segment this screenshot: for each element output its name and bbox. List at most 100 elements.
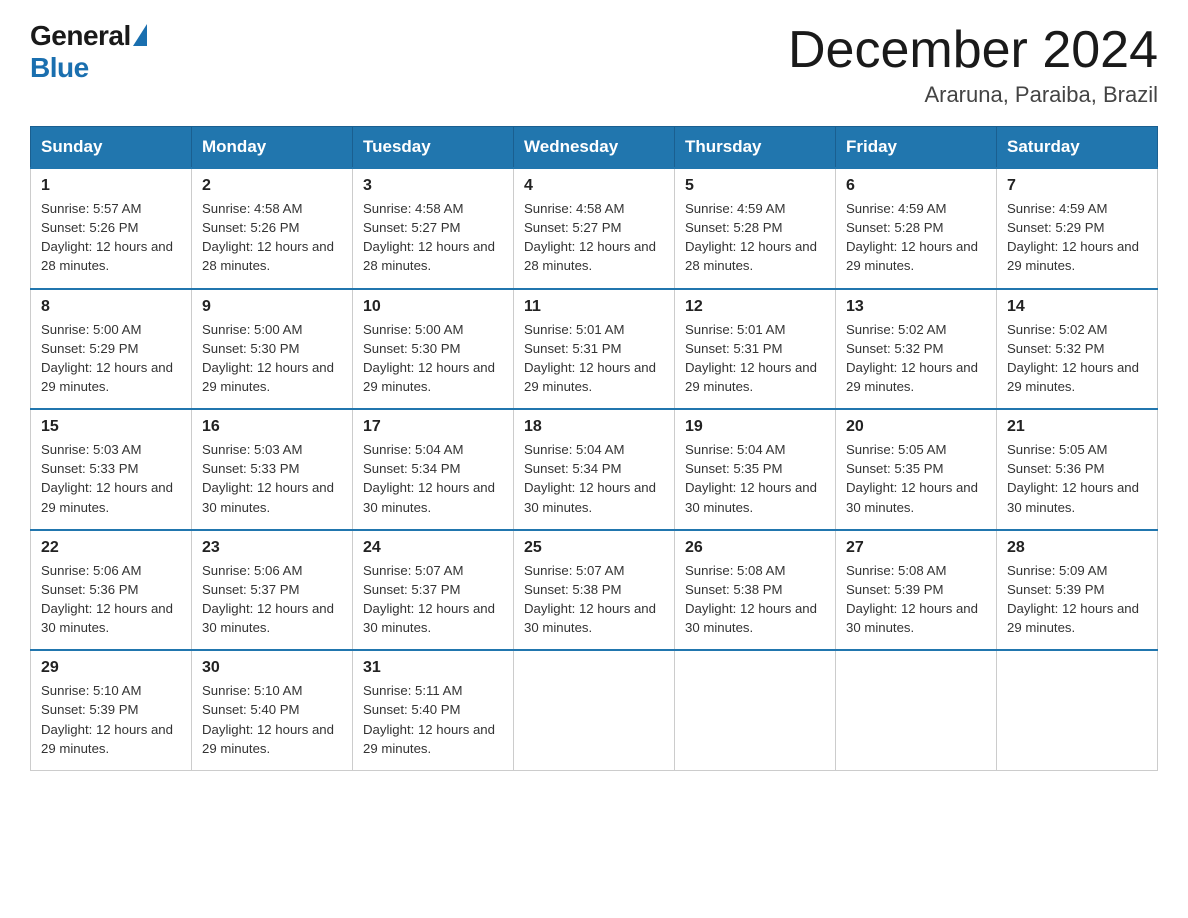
sunrise-label: Sunrise: 5:09 AM: [1007, 563, 1107, 578]
daylight-label: Daylight: 12 hours and 30 minutes.: [846, 480, 978, 514]
sunset-label: Sunset: 5:31 PM: [685, 341, 783, 356]
column-header-friday: Friday: [836, 127, 997, 169]
calendar-day-cell: 26 Sunrise: 5:08 AM Sunset: 5:38 PM Dayl…: [675, 530, 836, 651]
logo-blue-text: Blue: [30, 52, 89, 84]
daylight-label: Daylight: 12 hours and 29 minutes.: [1007, 360, 1139, 394]
daylight-label: Daylight: 12 hours and 30 minutes.: [202, 601, 334, 635]
calendar-table: SundayMondayTuesdayWednesdayThursdayFrid…: [30, 126, 1158, 771]
sunset-label: Sunset: 5:28 PM: [685, 220, 783, 235]
sunrise-label: Sunrise: 5:04 AM: [524, 442, 624, 457]
day-info: Sunrise: 5:03 AM Sunset: 5:33 PM Dayligh…: [202, 440, 342, 517]
daylight-label: Daylight: 12 hours and 30 minutes.: [524, 601, 656, 635]
day-info: Sunrise: 4:59 AM Sunset: 5:28 PM Dayligh…: [846, 199, 986, 276]
daylight-label: Daylight: 12 hours and 28 minutes.: [524, 239, 656, 273]
daylight-label: Daylight: 12 hours and 30 minutes.: [846, 601, 978, 635]
day-info: Sunrise: 5:00 AM Sunset: 5:30 PM Dayligh…: [363, 320, 503, 397]
sunrise-label: Sunrise: 5:08 AM: [685, 563, 785, 578]
sunset-label: Sunset: 5:28 PM: [846, 220, 944, 235]
calendar-day-cell: 24 Sunrise: 5:07 AM Sunset: 5:37 PM Dayl…: [353, 530, 514, 651]
day-number: 26: [685, 539, 825, 557]
day-info: Sunrise: 5:11 AM Sunset: 5:40 PM Dayligh…: [363, 681, 503, 758]
day-info: Sunrise: 5:07 AM Sunset: 5:38 PM Dayligh…: [524, 561, 664, 638]
month-title: December 2024: [788, 20, 1158, 80]
sunrise-label: Sunrise: 4:59 AM: [685, 201, 785, 216]
day-number: 14: [1007, 298, 1147, 316]
calendar-day-cell: 16 Sunrise: 5:03 AM Sunset: 5:33 PM Dayl…: [192, 409, 353, 530]
day-info: Sunrise: 5:02 AM Sunset: 5:32 PM Dayligh…: [846, 320, 986, 397]
day-number: 7: [1007, 177, 1147, 195]
sunrise-label: Sunrise: 4:59 AM: [1007, 201, 1107, 216]
column-header-thursday: Thursday: [675, 127, 836, 169]
day-number: 8: [41, 298, 181, 316]
daylight-label: Daylight: 12 hours and 29 minutes.: [1007, 239, 1139, 273]
calendar-day-cell: 2 Sunrise: 4:58 AM Sunset: 5:26 PM Dayli…: [192, 168, 353, 289]
sunset-label: Sunset: 5:34 PM: [363, 461, 461, 476]
sunrise-label: Sunrise: 5:04 AM: [363, 442, 463, 457]
title-section: December 2024 Araruna, Paraiba, Brazil: [788, 20, 1158, 108]
calendar-day-cell: 9 Sunrise: 5:00 AM Sunset: 5:30 PM Dayli…: [192, 289, 353, 410]
sunset-label: Sunset: 5:27 PM: [524, 220, 622, 235]
day-number: 18: [524, 418, 664, 436]
calendar-day-cell: 5 Sunrise: 4:59 AM Sunset: 5:28 PM Dayli…: [675, 168, 836, 289]
calendar-day-cell: [836, 650, 997, 770]
sunrise-label: Sunrise: 5:00 AM: [202, 322, 302, 337]
calendar-day-cell: 18 Sunrise: 5:04 AM Sunset: 5:34 PM Dayl…: [514, 409, 675, 530]
sunset-label: Sunset: 5:39 PM: [41, 702, 139, 717]
daylight-label: Daylight: 12 hours and 29 minutes.: [1007, 601, 1139, 635]
calendar-header-row: SundayMondayTuesdayWednesdayThursdayFrid…: [31, 127, 1158, 169]
sunset-label: Sunset: 5:32 PM: [1007, 341, 1105, 356]
calendar-day-cell: 27 Sunrise: 5:08 AM Sunset: 5:39 PM Dayl…: [836, 530, 997, 651]
sunrise-label: Sunrise: 5:05 AM: [846, 442, 946, 457]
sunset-label: Sunset: 5:26 PM: [41, 220, 139, 235]
column-header-wednesday: Wednesday: [514, 127, 675, 169]
calendar-day-cell: 8 Sunrise: 5:00 AM Sunset: 5:29 PM Dayli…: [31, 289, 192, 410]
calendar-day-cell: 1 Sunrise: 5:57 AM Sunset: 5:26 PM Dayli…: [31, 168, 192, 289]
day-number: 12: [685, 298, 825, 316]
sunrise-label: Sunrise: 4:58 AM: [202, 201, 302, 216]
calendar-day-cell: [997, 650, 1158, 770]
sunrise-label: Sunrise: 5:07 AM: [524, 563, 624, 578]
logo: General Blue: [30, 20, 147, 84]
day-info: Sunrise: 5:57 AM Sunset: 5:26 PM Dayligh…: [41, 199, 181, 276]
day-number: 24: [363, 539, 503, 557]
day-number: 23: [202, 539, 342, 557]
daylight-label: Daylight: 12 hours and 30 minutes.: [1007, 480, 1139, 514]
sunset-label: Sunset: 5:30 PM: [363, 341, 461, 356]
day-number: 5: [685, 177, 825, 195]
day-info: Sunrise: 5:05 AM Sunset: 5:35 PM Dayligh…: [846, 440, 986, 517]
calendar-day-cell: 15 Sunrise: 5:03 AM Sunset: 5:33 PM Dayl…: [31, 409, 192, 530]
sunrise-label: Sunrise: 5:03 AM: [41, 442, 141, 457]
day-info: Sunrise: 5:06 AM Sunset: 5:37 PM Dayligh…: [202, 561, 342, 638]
calendar-day-cell: 20 Sunrise: 5:05 AM Sunset: 5:35 PM Dayl…: [836, 409, 997, 530]
sunset-label: Sunset: 5:39 PM: [846, 582, 944, 597]
sunset-label: Sunset: 5:39 PM: [1007, 582, 1105, 597]
calendar-week-row: 29 Sunrise: 5:10 AM Sunset: 5:39 PM Dayl…: [31, 650, 1158, 770]
day-number: 22: [41, 539, 181, 557]
sunset-label: Sunset: 5:35 PM: [846, 461, 944, 476]
day-number: 28: [1007, 539, 1147, 557]
daylight-label: Daylight: 12 hours and 29 minutes.: [41, 360, 173, 394]
day-number: 2: [202, 177, 342, 195]
sunrise-label: Sunrise: 5:01 AM: [685, 322, 785, 337]
sunrise-label: Sunrise: 5:06 AM: [41, 563, 141, 578]
logo-general-text: General: [30, 20, 131, 52]
day-info: Sunrise: 5:01 AM Sunset: 5:31 PM Dayligh…: [685, 320, 825, 397]
daylight-label: Daylight: 12 hours and 29 minutes.: [202, 722, 334, 756]
day-info: Sunrise: 5:01 AM Sunset: 5:31 PM Dayligh…: [524, 320, 664, 397]
calendar-day-cell: 23 Sunrise: 5:06 AM Sunset: 5:37 PM Dayl…: [192, 530, 353, 651]
sunset-label: Sunset: 5:40 PM: [363, 702, 461, 717]
day-info: Sunrise: 5:04 AM Sunset: 5:35 PM Dayligh…: [685, 440, 825, 517]
day-info: Sunrise: 5:10 AM Sunset: 5:39 PM Dayligh…: [41, 681, 181, 758]
day-info: Sunrise: 4:59 AM Sunset: 5:29 PM Dayligh…: [1007, 199, 1147, 276]
day-number: 27: [846, 539, 986, 557]
day-number: 3: [363, 177, 503, 195]
sunset-label: Sunset: 5:29 PM: [1007, 220, 1105, 235]
sunset-label: Sunset: 5:37 PM: [202, 582, 300, 597]
calendar-day-cell: 29 Sunrise: 5:10 AM Sunset: 5:39 PM Dayl…: [31, 650, 192, 770]
calendar-day-cell: 11 Sunrise: 5:01 AM Sunset: 5:31 PM Dayl…: [514, 289, 675, 410]
calendar-day-cell: 22 Sunrise: 5:06 AM Sunset: 5:36 PM Dayl…: [31, 530, 192, 651]
sunset-label: Sunset: 5:27 PM: [363, 220, 461, 235]
calendar-day-cell: 13 Sunrise: 5:02 AM Sunset: 5:32 PM Dayl…: [836, 289, 997, 410]
sunrise-label: Sunrise: 5:02 AM: [1007, 322, 1107, 337]
sunrise-label: Sunrise: 5:03 AM: [202, 442, 302, 457]
